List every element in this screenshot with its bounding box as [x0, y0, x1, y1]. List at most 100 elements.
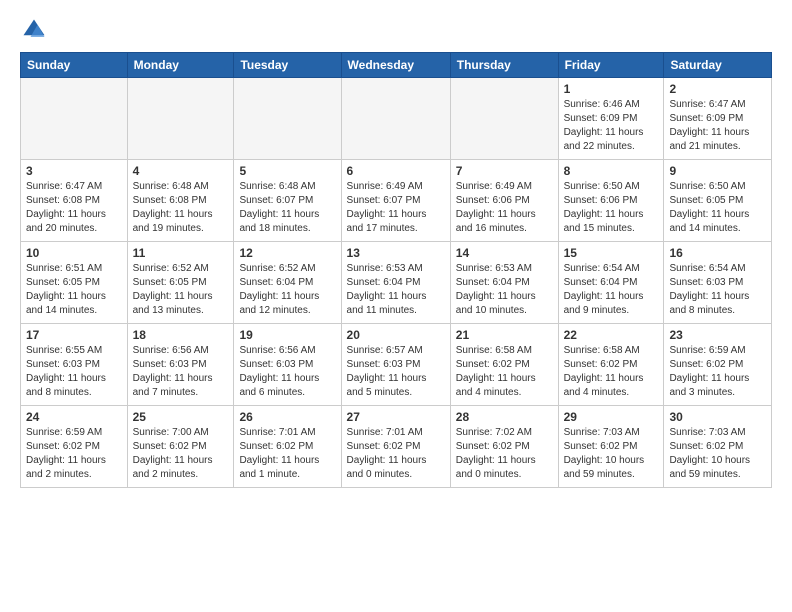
- calendar-cell: 14Sunrise: 6:53 AMSunset: 6:04 PMDayligh…: [450, 242, 558, 324]
- day-number: 29: [564, 410, 659, 424]
- day-info: Sunrise: 6:51 AMSunset: 6:05 PMDaylight:…: [26, 262, 122, 318]
- week-row-2: 3 Sunrise: 6:47 AMSunset: 6:08 PMDaylight…: [21, 160, 772, 242]
- day-number: 7: [456, 164, 553, 178]
- week-row-4: 17 Sunrise: 6:55 AMSunset: 6:03 PMDayligh…: [21, 324, 772, 406]
- day-info: Sunrise: 6:49 AMSunset: 6:06 PMDaylight:…: [456, 180, 553, 236]
- calendar-cell: 18 Sunrise: 6:56 AMSunset: 6:03 PMDayligh…: [127, 324, 234, 406]
- day-number: 17: [26, 328, 122, 342]
- day-info: Sunrise: 6:54 AMSunset: 6:04 PMDaylight:…: [564, 262, 659, 318]
- calendar-cell: 2 Sunrise: 6:47 AMSunset: 6:09 PMDaylight…: [664, 78, 772, 160]
- day-info: Sunrise: 7:01 AMSunset: 6:02 PMDaylight:…: [239, 426, 335, 482]
- day-info: Sunrise: 6:46 AMSunset: 6:09 PMDaylight:…: [564, 98, 659, 154]
- calendar-cell: [21, 78, 128, 160]
- day-info: Sunrise: 6:50 AMSunset: 6:06 PMDaylight:…: [564, 180, 659, 236]
- calendar-cell: 4 Sunrise: 6:48 AMSunset: 6:08 PMDaylight…: [127, 160, 234, 242]
- calendar-cell: 8 Sunrise: 6:50 AMSunset: 6:06 PMDaylight…: [558, 160, 664, 242]
- day-info: Sunrise: 6:55 AMSunset: 6:03 PMDaylight:…: [26, 344, 122, 400]
- calendar-cell: 12 Sunrise: 6:52 AMSunset: 6:04 PMDayligh…: [234, 242, 341, 324]
- weekday-header-thursday: Thursday: [450, 53, 558, 78]
- day-number: 26: [239, 410, 335, 424]
- day-number: 6: [347, 164, 445, 178]
- day-info: Sunrise: 6:53 AMSunset: 6:04 PMDaylight:…: [347, 262, 445, 318]
- day-info: Sunrise: 6:48 AMSunset: 6:07 PMDaylight:…: [239, 180, 335, 236]
- day-info: Sunrise: 7:02 AMSunset: 6:02 PMDaylight:…: [456, 426, 553, 482]
- week-row-1: 1 Sunrise: 6:46 AMSunset: 6:09 PMDaylight…: [21, 78, 772, 160]
- calendar-cell: 10 Sunrise: 6:51 AMSunset: 6:05 PMDayligh…: [21, 242, 128, 324]
- day-number: 4: [133, 164, 229, 178]
- calendar-cell: 23Sunrise: 6:59 AMSunset: 6:02 PMDayligh…: [664, 324, 772, 406]
- logo: [20, 16, 52, 44]
- day-info: Sunrise: 6:48 AMSunset: 6:08 PMDaylight:…: [133, 180, 229, 236]
- day-info: Sunrise: 6:49 AMSunset: 6:07 PMDaylight:…: [347, 180, 445, 236]
- calendar-cell: [341, 78, 450, 160]
- day-number: 18: [133, 328, 229, 342]
- day-number: 21: [456, 328, 553, 342]
- day-number: 13: [347, 246, 445, 260]
- day-number: 5: [239, 164, 335, 178]
- day-info: Sunrise: 6:52 AMSunset: 6:04 PMDaylight:…: [239, 262, 335, 318]
- day-number: 16: [669, 246, 766, 260]
- day-info: Sunrise: 7:03 AMSunset: 6:02 PMDaylight:…: [669, 426, 766, 482]
- day-number: 15: [564, 246, 659, 260]
- day-number: 9: [669, 164, 766, 178]
- day-info: Sunrise: 6:59 AMSunset: 6:02 PMDaylight:…: [26, 426, 122, 482]
- day-number: 8: [564, 164, 659, 178]
- week-row-5: 24 Sunrise: 6:59 AMSunset: 6:02 PMDayligh…: [21, 406, 772, 488]
- day-number: 25: [133, 410, 229, 424]
- day-info: Sunrise: 6:59 AMSunset: 6:02 PMDaylight:…: [669, 344, 766, 400]
- day-number: 20: [347, 328, 445, 342]
- calendar-cell: 22Sunrise: 6:58 AMSunset: 6:02 PMDayligh…: [558, 324, 664, 406]
- calendar-cell: [127, 78, 234, 160]
- day-info: Sunrise: 6:52 AMSunset: 6:05 PMDaylight:…: [133, 262, 229, 318]
- day-number: 24: [26, 410, 122, 424]
- day-info: Sunrise: 6:57 AMSunset: 6:03 PMDaylight:…: [347, 344, 445, 400]
- day-info: Sunrise: 7:01 AMSunset: 6:02 PMDaylight:…: [347, 426, 445, 482]
- day-info: Sunrise: 6:53 AMSunset: 6:04 PMDaylight:…: [456, 262, 553, 318]
- day-number: 3: [26, 164, 122, 178]
- day-number: 11: [133, 246, 229, 260]
- weekday-header-sunday: Sunday: [21, 53, 128, 78]
- page: SundayMondayTuesdayWednesdayThursdayFrid…: [0, 0, 792, 504]
- calendar-cell: 29Sunrise: 7:03 AMSunset: 6:02 PMDayligh…: [558, 406, 664, 488]
- calendar: SundayMondayTuesdayWednesdayThursdayFrid…: [20, 52, 772, 488]
- day-info: Sunrise: 6:56 AMSunset: 6:03 PMDaylight:…: [133, 344, 229, 400]
- weekday-header-wednesday: Wednesday: [341, 53, 450, 78]
- day-number: 12: [239, 246, 335, 260]
- calendar-cell: 16 Sunrise: 6:54 AMSunset: 6:03 PMDayligh…: [664, 242, 772, 324]
- day-number: 22: [564, 328, 659, 342]
- calendar-cell: 26 Sunrise: 7:01 AMSunset: 6:02 PMDayligh…: [234, 406, 341, 488]
- calendar-cell: 20 Sunrise: 6:57 AMSunset: 6:03 PMDayligh…: [341, 324, 450, 406]
- calendar-cell: [234, 78, 341, 160]
- day-number: 1: [564, 82, 659, 96]
- day-number: 19: [239, 328, 335, 342]
- calendar-cell: 30 Sunrise: 7:03 AMSunset: 6:02 PMDayligh…: [664, 406, 772, 488]
- logo-icon: [20, 16, 48, 44]
- calendar-cell: 9 Sunrise: 6:50 AMSunset: 6:05 PMDaylight…: [664, 160, 772, 242]
- day-info: Sunrise: 6:58 AMSunset: 6:02 PMDaylight:…: [456, 344, 553, 400]
- day-number: 10: [26, 246, 122, 260]
- calendar-cell: 6 Sunrise: 6:49 AMSunset: 6:07 PMDaylight…: [341, 160, 450, 242]
- day-info: Sunrise: 6:47 AMSunset: 6:08 PMDaylight:…: [26, 180, 122, 236]
- weekday-header-monday: Monday: [127, 53, 234, 78]
- calendar-cell: 13 Sunrise: 6:53 AMSunset: 6:04 PMDayligh…: [341, 242, 450, 324]
- week-row-3: 10 Sunrise: 6:51 AMSunset: 6:05 PMDayligh…: [21, 242, 772, 324]
- day-info: Sunrise: 6:50 AMSunset: 6:05 PMDaylight:…: [669, 180, 766, 236]
- day-number: 27: [347, 410, 445, 424]
- calendar-cell: 19 Sunrise: 6:56 AMSunset: 6:03 PMDayligh…: [234, 324, 341, 406]
- day-info: Sunrise: 6:56 AMSunset: 6:03 PMDaylight:…: [239, 344, 335, 400]
- header: [20, 16, 772, 44]
- day-info: Sunrise: 6:47 AMSunset: 6:09 PMDaylight:…: [669, 98, 766, 154]
- calendar-cell: 11 Sunrise: 6:52 AMSunset: 6:05 PMDayligh…: [127, 242, 234, 324]
- day-number: 2: [669, 82, 766, 96]
- day-number: 30: [669, 410, 766, 424]
- calendar-cell: 17 Sunrise: 6:55 AMSunset: 6:03 PMDayligh…: [21, 324, 128, 406]
- day-number: 28: [456, 410, 553, 424]
- calendar-cell: 25Sunrise: 7:00 AMSunset: 6:02 PMDayligh…: [127, 406, 234, 488]
- weekday-header-saturday: Saturday: [664, 53, 772, 78]
- day-info: Sunrise: 6:54 AMSunset: 6:03 PMDaylight:…: [669, 262, 766, 318]
- calendar-cell: [450, 78, 558, 160]
- weekday-header-tuesday: Tuesday: [234, 53, 341, 78]
- calendar-cell: 3 Sunrise: 6:47 AMSunset: 6:08 PMDaylight…: [21, 160, 128, 242]
- calendar-cell: 21 Sunrise: 6:58 AMSunset: 6:02 PMDayligh…: [450, 324, 558, 406]
- calendar-cell: 27 Sunrise: 7:01 AMSunset: 6:02 PMDayligh…: [341, 406, 450, 488]
